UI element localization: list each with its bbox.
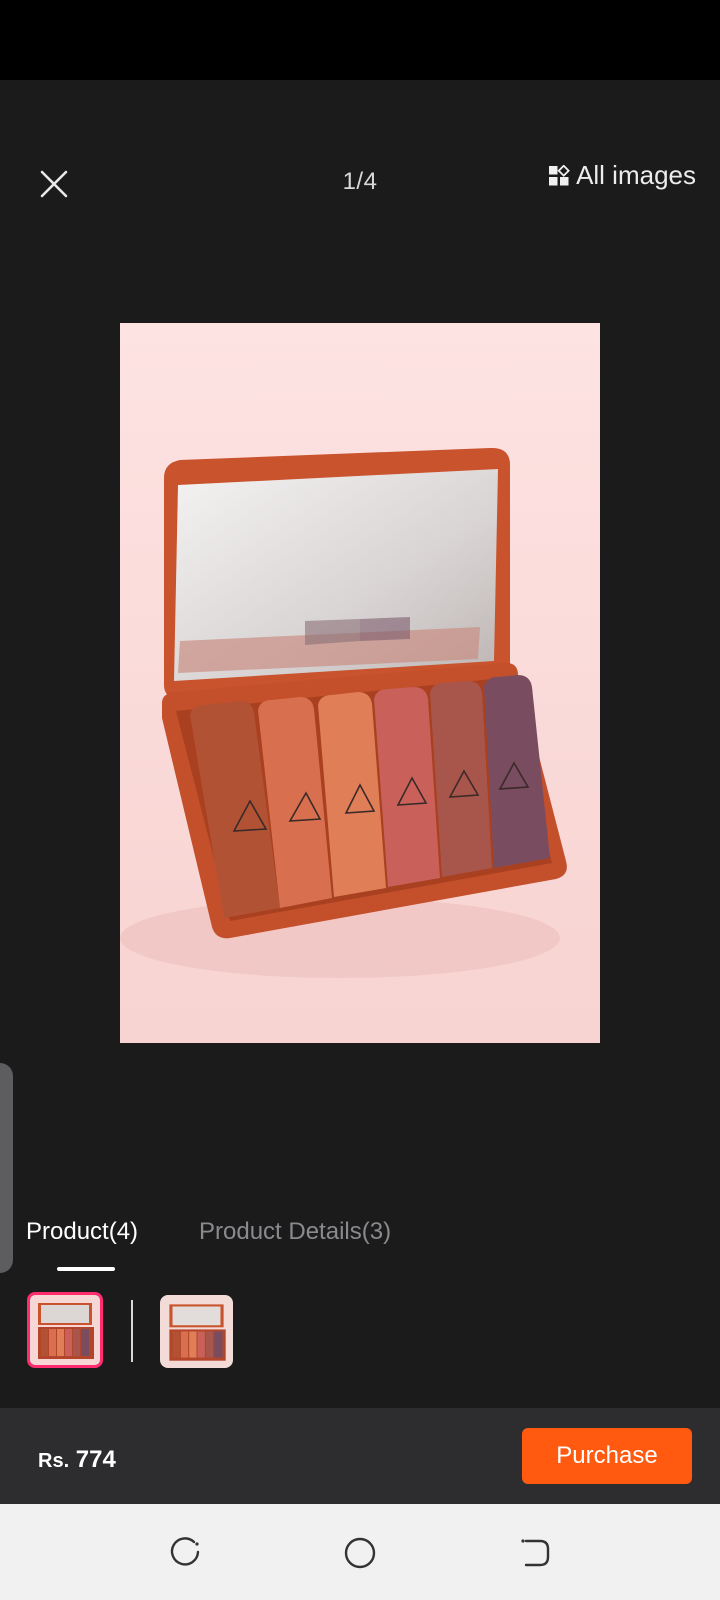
thumbnail-divider (131, 1300, 133, 1362)
thumbnail-image (30, 1295, 100, 1365)
back-icon (521, 1539, 550, 1567)
system-nav-bar (0, 1504, 720, 1600)
price-value: 774 (75, 1446, 116, 1473)
all-images-button[interactable]: All images (548, 160, 696, 191)
back-button[interactable] (514, 1533, 554, 1573)
home-button[interactable] (340, 1533, 380, 1573)
thumbnail-2[interactable] (160, 1295, 233, 1368)
home-icon (344, 1537, 376, 1569)
purchase-bar: Rs. 774 Purchase (0, 1408, 720, 1504)
purchase-button[interactable]: Purchase (522, 1428, 692, 1484)
status-bar (0, 0, 720, 80)
thumbnail-1[interactable] (27, 1292, 103, 1368)
price-currency: Rs. (38, 1450, 70, 1472)
thumbnail-strip (0, 1292, 720, 1372)
price: Rs. 774 (38, 1446, 116, 1474)
image-tabs: Product(4) Product Details(3) (0, 1210, 720, 1272)
tab-product-details[interactable]: Product Details(3) (199, 1218, 391, 1246)
all-images-label: All images (576, 160, 696, 190)
thumbnail-image (160, 1295, 233, 1368)
lipstick-palette-illustration (120, 323, 600, 1043)
active-tab-indicator (57, 1267, 115, 1271)
tab-product[interactable]: Product(4) (26, 1218, 138, 1246)
recent-apps-icon (170, 1537, 200, 1566)
grid-icon (549, 164, 570, 185)
viewer-header: 1/4 All images (0, 140, 720, 210)
product-image[interactable] (120, 323, 600, 1043)
recent-apps-button[interactable] (166, 1533, 206, 1573)
